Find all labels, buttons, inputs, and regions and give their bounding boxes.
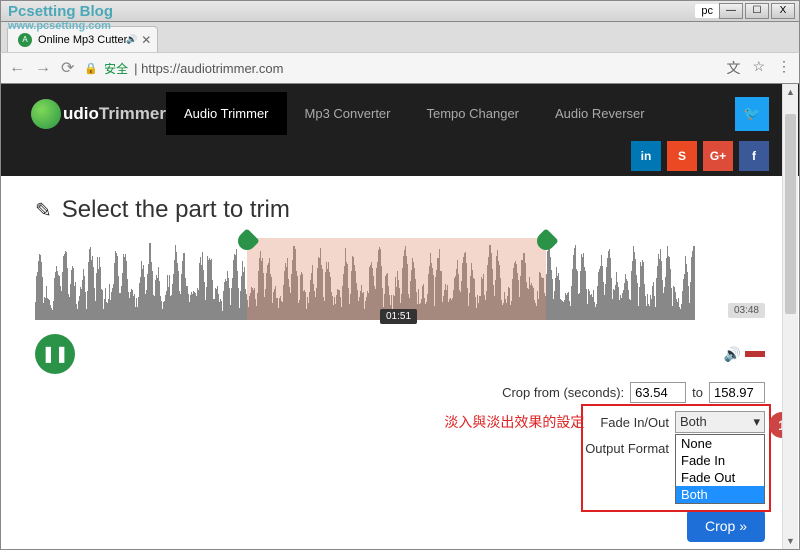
waveform[interactable]: 01:51 03:48 xyxy=(35,238,765,320)
page-scrollbar[interactable]: ▲ ▼ xyxy=(782,84,798,549)
crop-from-input[interactable] xyxy=(630,382,686,403)
scroll-thumb[interactable] xyxy=(785,114,796,314)
fade-option-fadeout[interactable]: Fade Out xyxy=(676,469,764,486)
volume-icon[interactable]: 🔊 xyxy=(724,346,741,363)
site-logo[interactable]: udioTrimmer xyxy=(31,99,166,129)
fade-dropdown: None Fade In Fade Out Both xyxy=(675,434,765,504)
nav-mp3-converter[interactable]: Mp3 Converter xyxy=(287,92,409,135)
fade-annotation: 淡入與淡出效果的設定 xyxy=(444,412,584,432)
browser-tabbar: A Online Mp3 Cutter 🔊 ✕ xyxy=(0,22,800,52)
secure-label: 安全 xyxy=(104,60,128,77)
output-format-label: Output Format xyxy=(585,441,669,456)
linkedin-icon[interactable]: in xyxy=(631,141,661,171)
window-maximize[interactable]: ☐ xyxy=(745,3,769,19)
favicon: A xyxy=(18,33,32,47)
lock-icon: 🔒 xyxy=(84,62,98,75)
crop-to-label: to xyxy=(692,385,703,400)
tab-close-icon[interactable]: ✕ xyxy=(141,33,151,47)
current-time: 01:51 xyxy=(380,309,417,324)
nav-tempo-changer[interactable]: Tempo Changer xyxy=(409,92,538,135)
bookmark-icon[interactable]: ☆ xyxy=(752,58,765,78)
play-pause-button[interactable]: ❚❚ xyxy=(35,334,75,374)
site-header: udioTrimmer Audio Trimmer Mp3 Converter … xyxy=(1,84,799,176)
facebook-icon[interactable]: f xyxy=(739,141,769,171)
stumbleupon-icon[interactable]: S xyxy=(667,141,697,171)
volume-slider[interactable] xyxy=(745,351,765,357)
page-title: ✎ Select the part to trim xyxy=(35,196,765,224)
tab-sound-icon[interactable]: 🔊 xyxy=(126,34,137,45)
menu-icon[interactable]: ⋮ xyxy=(777,58,791,78)
scroll-down-icon[interactable]: ▼ xyxy=(783,533,798,549)
tab-title: Online Mp3 Cutter xyxy=(38,34,127,46)
nav-back-icon[interactable]: ← xyxy=(9,59,25,77)
crop-form: Crop from (seconds): to 淡入與淡出效果的設定 Fade … xyxy=(35,382,765,456)
crop-from-label: Crop from (seconds): xyxy=(502,385,624,400)
chevron-down-icon: ▾ xyxy=(753,414,760,430)
crop-to-input[interactable] xyxy=(709,382,765,403)
twitter-icon[interactable]: 🐦 xyxy=(735,97,769,131)
fade-option-fadein[interactable]: Fade In xyxy=(676,452,764,469)
nav-reload-icon[interactable]: ⟳ xyxy=(61,58,74,78)
fade-option-none[interactable]: None xyxy=(676,435,764,452)
nav-forward-icon: → xyxy=(35,59,51,77)
fade-option-both[interactable]: Both xyxy=(676,486,764,503)
fade-select[interactable]: Both▾ xyxy=(675,411,765,433)
googleplus-icon[interactable]: G+ xyxy=(703,141,733,171)
total-time: 03:48 xyxy=(728,303,765,318)
page-content: udioTrimmer Audio Trimmer Mp3 Converter … xyxy=(0,84,800,550)
window-close[interactable]: X xyxy=(771,3,795,19)
window-user: pc xyxy=(695,4,719,18)
edit-icon: ✎ xyxy=(35,198,52,223)
logo-icon xyxy=(31,99,61,129)
browser-address-bar: ← → ⟳ 🔒 安全 | https://audiotrimmer.com ⽂ … xyxy=(0,52,800,84)
scroll-up-icon[interactable]: ▲ xyxy=(783,84,798,100)
crop-button[interactable]: Crop » xyxy=(687,510,765,542)
browser-tab[interactable]: A Online Mp3 Cutter 🔊 ✕ xyxy=(7,26,158,52)
window-titlebar: pc — ☐ X xyxy=(0,0,800,22)
window-minimize[interactable]: — xyxy=(719,3,743,19)
url-field[interactable]: 🔒 安全 | https://audiotrimmer.com xyxy=(84,60,716,77)
selection-region[interactable] xyxy=(247,238,546,320)
fade-label: Fade In/Out xyxy=(600,415,669,430)
translate-icon[interactable]: ⽂ xyxy=(726,58,740,78)
nav-audio-reverser[interactable]: Audio Reverser xyxy=(537,92,663,135)
nav-audio-trimmer[interactable]: Audio Trimmer xyxy=(166,92,287,135)
